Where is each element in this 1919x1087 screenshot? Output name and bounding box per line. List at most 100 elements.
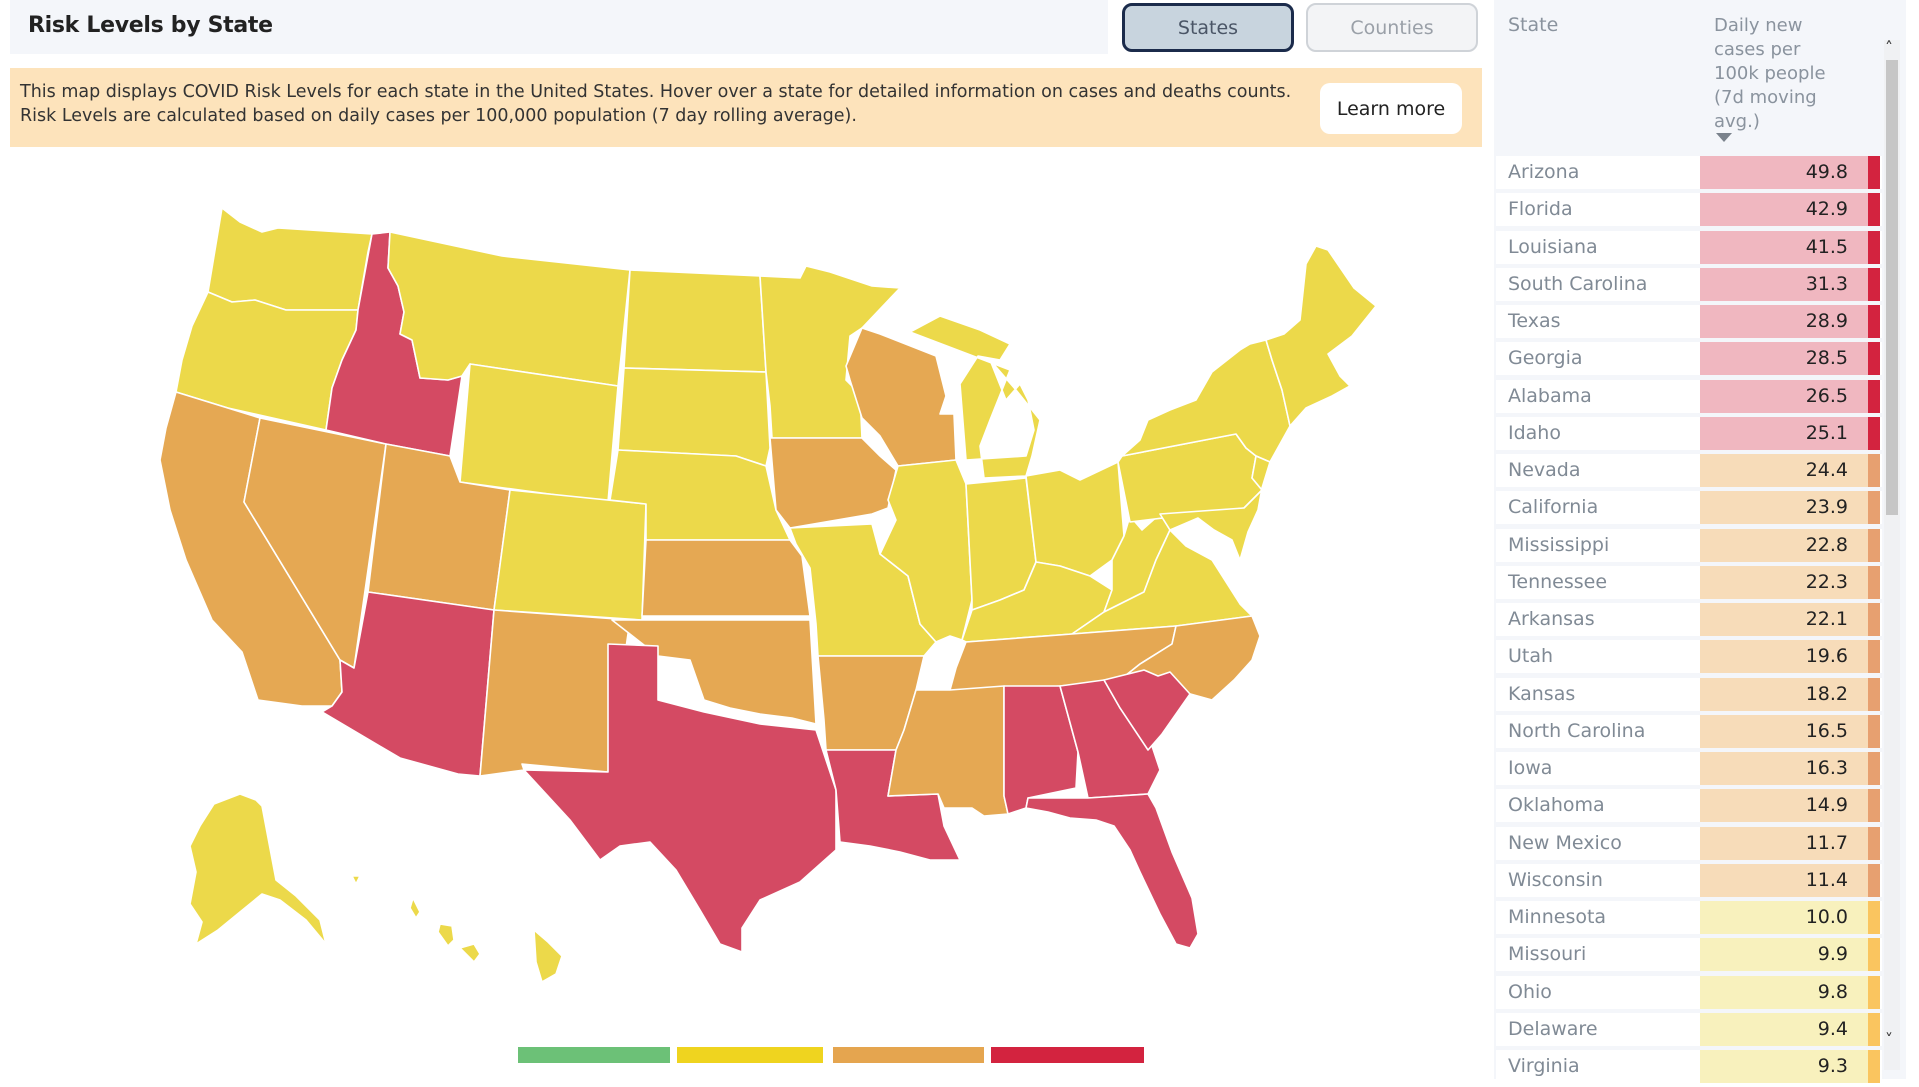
- table-scrollbar[interactable]: ˄ ˅: [1884, 38, 1900, 1070]
- table-row[interactable]: Idaho 25.1: [1496, 416, 1882, 450]
- state-colorado[interactable]: [493, 489, 647, 621]
- row-value: 9.4: [1817, 1017, 1848, 1040]
- states-toggle-button[interactable]: States: [1122, 3, 1294, 52]
- row-risk-color-bar: [1868, 826, 1880, 860]
- counties-toggle-button[interactable]: Counties: [1306, 3, 1478, 52]
- title-bar: Risk Levels by State: [10, 0, 1108, 54]
- row-value-cell: 16.3: [1700, 752, 1868, 785]
- row-value-cell: 9.3: [1700, 1050, 1868, 1083]
- table-row[interactable]: Arkansas 22.1: [1496, 603, 1882, 636]
- table-row[interactable]: Virginia 9.3: [1496, 1050, 1882, 1083]
- info-banner: This map displays COVID Risk Levels for …: [10, 68, 1482, 147]
- row-value: 11.4: [1805, 868, 1848, 891]
- row-state-name: Virginia: [1508, 1055, 1580, 1077]
- scroll-down-icon[interactable]: ˅: [1885, 1030, 1893, 1049]
- table-row[interactable]: North Carolina 16.5: [1496, 714, 1882, 748]
- row-value: 22.8: [1805, 533, 1848, 556]
- table-row[interactable]: Florida 42.9: [1496, 193, 1882, 227]
- table-row[interactable]: New Mexico 11.7: [1496, 826, 1882, 860]
- row-risk-color-bar: [1868, 379, 1880, 413]
- row-value: 42.9: [1805, 198, 1848, 221]
- legend-critical: [991, 1047, 1144, 1063]
- table-row[interactable]: South Carolina 31.3: [1496, 267, 1882, 301]
- table-row[interactable]: Texas 28.9: [1496, 305, 1882, 338]
- row-value: 24.4: [1805, 459, 1848, 481]
- state-ohio[interactable]: [1025, 461, 1125, 577]
- column-header-daily-cases[interactable]: Daily new cases per 100k people (7d movi…: [1714, 14, 1832, 134]
- row-state-name: Idaho: [1508, 421, 1561, 444]
- row-value-cell: 41.5: [1700, 230, 1868, 264]
- row-value: 9.8: [1817, 980, 1848, 1003]
- row-state-name: North Carolina: [1508, 719, 1646, 742]
- row-value: 18.2: [1805, 682, 1848, 705]
- row-state-name: New Mexico: [1508, 831, 1622, 854]
- row-value-cell: 31.3: [1700, 267, 1868, 301]
- table-row[interactable]: Arizona 49.8: [1496, 156, 1882, 189]
- table-row[interactable]: Delaware 9.4: [1496, 1012, 1882, 1046]
- row-risk-color-bar: [1868, 752, 1880, 785]
- table-body: Arizona 49.8 Florida 42.9 Louisiana 41.5 South…: [1496, 156, 1882, 1087]
- us-risk-map: [0, 150, 1490, 1030]
- table-row[interactable]: California 23.9: [1496, 491, 1882, 525]
- row-value: 22.1: [1805, 608, 1848, 630]
- state-washington[interactable]: [207, 207, 373, 311]
- learn-more-button[interactable]: Learn more: [1320, 83, 1462, 134]
- row-value-cell: 42.9: [1700, 193, 1868, 227]
- state-alaska[interactable]: [189, 793, 327, 945]
- table-row[interactable]: Ohio 9.8: [1496, 975, 1882, 1009]
- state-wyoming[interactable]: [459, 363, 619, 503]
- row-value-cell: 16.5: [1700, 714, 1868, 748]
- scroll-up-icon[interactable]: ˄: [1885, 38, 1893, 57]
- table-row[interactable]: Oklahoma 14.9: [1496, 789, 1882, 823]
- table-row[interactable]: Tennessee 22.3: [1496, 565, 1882, 599]
- table-row[interactable]: Wisconsin 11.4: [1496, 863, 1882, 897]
- row-value-cell: 22.3: [1700, 565, 1868, 599]
- table-row[interactable]: Kansas 18.2: [1496, 677, 1882, 711]
- state-kansas[interactable]: [641, 539, 811, 617]
- row-value: 22.3: [1805, 570, 1848, 593]
- row-value-cell: 18.2: [1700, 677, 1868, 711]
- sort-descending-icon[interactable]: [1716, 133, 1732, 142]
- state-hawaii[interactable]: [351, 875, 563, 983]
- table-row[interactable]: Iowa 16.3: [1496, 752, 1882, 785]
- row-state-name: Florida: [1508, 198, 1573, 221]
- row-value-cell: 11.4: [1700, 863, 1868, 897]
- row-value-cell: 22.1: [1700, 603, 1868, 636]
- row-state-name: Texas: [1508, 310, 1561, 332]
- row-state-name: Arkansas: [1508, 608, 1595, 630]
- row-value-cell: 28.9: [1700, 305, 1868, 338]
- row-risk-color-bar: [1868, 565, 1880, 599]
- row-state-name: Iowa: [1508, 757, 1553, 779]
- state-florida[interactable]: [1025, 793, 1199, 949]
- row-state-name: Arizona: [1508, 161, 1580, 183]
- table-row[interactable]: Missouri 9.9: [1496, 938, 1882, 972]
- row-risk-color-bar: [1868, 603, 1880, 636]
- table-row[interactable]: Minnesota 10.0: [1496, 901, 1882, 934]
- row-value-cell: 23.9: [1700, 491, 1868, 525]
- row-risk-color-bar: [1868, 416, 1880, 450]
- table-row[interactable]: Alabama 26.5: [1496, 379, 1882, 413]
- row-risk-color-bar: [1868, 938, 1880, 972]
- page-title: Risk Levels by State: [28, 13, 273, 38]
- row-risk-color-bar: [1868, 491, 1880, 525]
- state-iowa[interactable]: [769, 437, 897, 529]
- state-montana[interactable]: [387, 231, 631, 387]
- row-state-name: Utah: [1508, 645, 1554, 668]
- row-risk-color-bar: [1868, 901, 1880, 934]
- row-value: 16.3: [1805, 757, 1848, 779]
- row-state-name: Kansas: [1508, 682, 1576, 705]
- row-value-cell: 14.9: [1700, 789, 1868, 823]
- table-row[interactable]: Nevada 24.4: [1496, 454, 1882, 487]
- column-header-state[interactable]: State: [1508, 14, 1558, 36]
- state-north-dakota[interactable]: [623, 269, 767, 373]
- legend-low: [518, 1047, 670, 1063]
- scrollbar-thumb[interactable]: [1886, 60, 1898, 515]
- table-row[interactable]: Mississippi 22.8: [1496, 528, 1882, 562]
- row-state-name: Louisiana: [1508, 235, 1598, 258]
- row-risk-color-bar: [1868, 975, 1880, 1009]
- table-row[interactable]: Utah 19.6: [1496, 640, 1882, 674]
- row-value: 14.9: [1805, 794, 1848, 817]
- table-row[interactable]: Louisiana 41.5: [1496, 230, 1882, 264]
- row-state-name: Nevada: [1508, 459, 1581, 481]
- table-row[interactable]: Georgia 28.5: [1496, 342, 1882, 376]
